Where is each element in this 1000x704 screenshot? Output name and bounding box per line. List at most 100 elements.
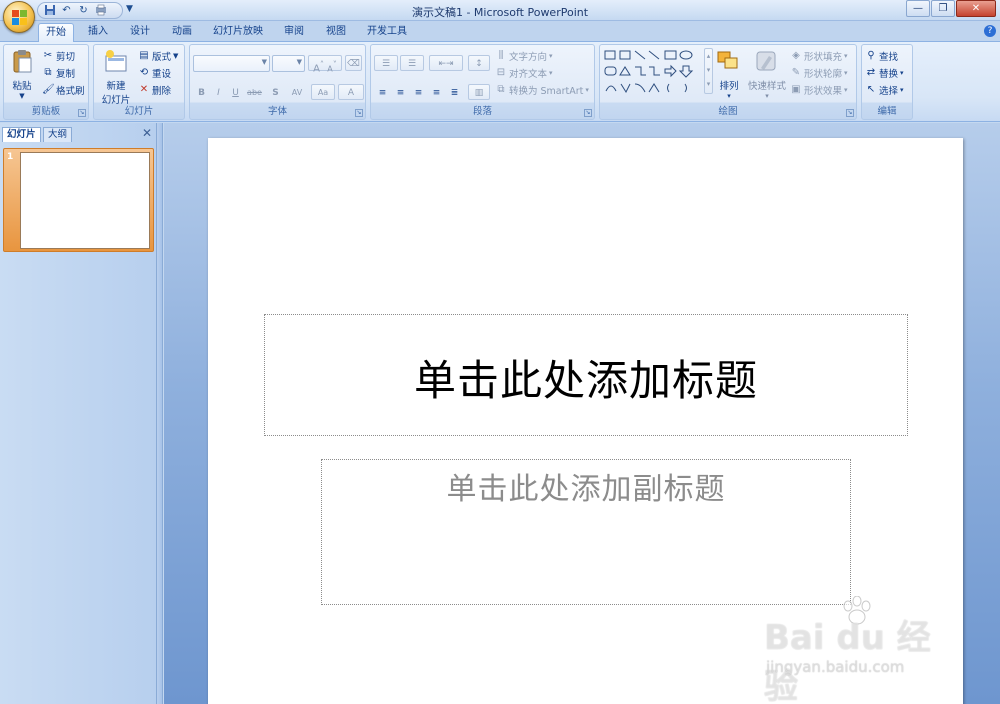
align-text-button[interactable]: ⊟ 对齐文本 ▾ [495, 65, 553, 80]
tab-outline-pane[interactable]: 大纲 [43, 127, 73, 142]
close-pane-icon[interactable]: ✕ [142, 126, 152, 140]
distributed-icon: ≣ [450, 88, 459, 98]
underline-button[interactable]: U [227, 84, 244, 100]
columns-icon: ▥ [474, 88, 484, 98]
arrange-label: 排列 [719, 81, 739, 92]
layout-dropdown-icon: ▼ [173, 51, 179, 60]
subtitle-placeholder-text: 单击此处添加副标题 [446, 472, 726, 507]
quick-styles-dropdown-icon: ▾ [765, 92, 769, 100]
align-center-button[interactable]: ≡ [392, 84, 409, 100]
font-launcher-icon[interactable]: ↘ [355, 109, 363, 117]
tab-developer[interactable]: 开发工具 [361, 23, 413, 42]
pen-icon: ✎ [791, 66, 801, 78]
tab-slides-pane[interactable]: 幻灯片 [2, 127, 41, 142]
change-case-button[interactable]: Aa [311, 84, 335, 100]
effects-icon: ▣ [791, 83, 801, 95]
title-placeholder[interactable]: 单击此处添加标题 [264, 314, 908, 436]
copy-button[interactable]: ⧉ 复制 [42, 65, 75, 80]
align-right-button[interactable]: ≡ [410, 84, 427, 100]
columns-button[interactable]: ▥ [468, 84, 490, 100]
minimize-button[interactable]: — [906, 0, 930, 17]
replace-button[interactable]: ⇄ 替换 ▾ [865, 65, 904, 80]
slide-thumbnail-selected[interactable]: 1 [3, 148, 154, 252]
reset-button[interactable]: ⟲ 重设 [138, 65, 171, 80]
subtitle-placeholder[interactable]: 单击此处添加副标题 [321, 459, 851, 605]
tab-design[interactable]: 设计 [122, 23, 158, 42]
bold-button[interactable]: B [193, 84, 210, 100]
new-slide-icon [102, 48, 130, 76]
tab-slideshow[interactable]: 幻灯片放映 [207, 23, 269, 42]
shape-effects-button[interactable]: ▣ 形状效果 ▾ [790, 82, 847, 97]
font-color-button[interactable]: A [338, 84, 364, 100]
shapes-scroll[interactable]: ▴ ▾ ▾ [704, 48, 713, 94]
watermark-brand: Bai du 经验 [764, 618, 931, 704]
find-label: 查找 [879, 51, 899, 63]
shape-fill-label: 形状填充 [804, 51, 843, 63]
new-slide-button[interactable]: 新建 幻灯片 [96, 48, 136, 106]
pane-splitter[interactable] [157, 123, 163, 704]
reset-label: 重设 [152, 68, 172, 80]
text-direction-button[interactable]: ⫼ 文字方向 ▾ [495, 48, 553, 63]
tab-review[interactable]: 审阅 [276, 23, 312, 42]
clipboard-launcher-icon[interactable]: ↘ [78, 109, 86, 117]
fill-bucket-icon: ◈ [792, 49, 800, 61]
brush-icon: 🖌 [42, 83, 55, 95]
window-title: 演示文稿1 - Microsoft PowerPoint [411, 6, 589, 19]
tab-insert[interactable]: 插入 [80, 23, 116, 42]
tab-home[interactable]: 开始 [38, 23, 74, 42]
restore-button[interactable]: ❐ [931, 0, 955, 17]
bullets-button[interactable]: ☰ [374, 55, 398, 71]
quick-styles-button[interactable]: 快速样式 ▾ [745, 48, 789, 100]
help-icon[interactable]: ? [984, 25, 996, 37]
close-button[interactable]: ✕ [956, 0, 996, 17]
paste-button[interactable]: 粘贴 ▼ [7, 48, 37, 100]
paragraph-launcher-icon[interactable]: ↘ [584, 109, 592, 117]
drawing-group-label: 绘图 [718, 106, 738, 117]
group-editing: ⚲ 查找 ⇄ 替换 ▾ ↖ 选择 ▾ 编辑 [861, 44, 913, 120]
shape-outline-button[interactable]: ✎ 形状轮廓 ▾ [790, 65, 848, 80]
font-size-combo[interactable]: ▼ [272, 55, 305, 72]
delete-slide-button[interactable]: ✕ 删除 [138, 82, 171, 97]
italic-button[interactable]: I [210, 84, 227, 100]
binoculars-icon: ⚲ [867, 49, 875, 61]
find-button[interactable]: ⚲ 查找 [865, 48, 898, 63]
shapes-gallery[interactable] [603, 48, 703, 98]
font-name-dropdown-icon: ▼ [261, 58, 267, 66]
office-button[interactable] [3, 1, 35, 33]
format-painter-button[interactable]: 🖌 格式刷 [42, 82, 85, 97]
delete-icon: ✕ [139, 83, 149, 95]
align-left-button[interactable]: ≡ [374, 84, 391, 100]
strikethrough-button[interactable]: abe [244, 84, 265, 100]
grow-font-button[interactable]: A [313, 63, 320, 74]
slide-thumbnail[interactable] [20, 152, 150, 249]
indent-group[interactable]: ⇤⇥ [429, 55, 463, 71]
tab-view[interactable]: 视图 [318, 23, 354, 42]
cut-button[interactable]: ✂ 剪切 [42, 48, 75, 63]
layout-button[interactable]: ▤ 版式 ▼ [138, 48, 178, 63]
clipboard-group-label: 剪贴板 [31, 106, 61, 117]
distributed-button[interactable]: ≣ [446, 84, 463, 100]
clear-formatting-button[interactable]: ⌫ [345, 55, 362, 71]
window-controls: — ❐ ✕ [906, 0, 996, 17]
select-button[interactable]: ↖ 选择 ▾ [865, 82, 904, 97]
numbering-button[interactable]: ☰ [400, 55, 424, 71]
title-placeholder-text: 单击此处添加标题 [413, 356, 758, 405]
arrange-button[interactable]: 排列 ▾ [715, 48, 743, 100]
quick-styles-icon [753, 48, 781, 76]
drawing-launcher-icon[interactable]: ↘ [846, 109, 854, 117]
title-bar: ↶ ↻ ▼ 演示文稿1 - Microsoft PowerPoint — ❐ ✕ [0, 0, 1000, 21]
line-spacing-button[interactable]: ↕ [468, 55, 490, 71]
convert-smartart-button[interactable]: ⧉ 转换为 SmartArt ▾ [495, 82, 588, 97]
watermark-url: jingyan.baidu.com [766, 658, 905, 676]
align-text-label: 对齐文本 [509, 68, 548, 80]
text-shadow-button[interactable]: S [267, 84, 284, 100]
numbering-icon: ☰ [407, 59, 417, 69]
paste-dropdown-icon[interactable]: ▼ [7, 92, 37, 100]
tab-animations[interactable]: 动画 [164, 23, 200, 42]
character-spacing-button[interactable]: AV [285, 84, 309, 100]
justify-button[interactable]: ≡ [428, 84, 445, 100]
font-name-combo[interactable]: ▼ [193, 55, 270, 72]
office-logo-icon [12, 10, 27, 25]
align-center-icon: ≡ [396, 88, 405, 98]
shape-fill-button[interactable]: ◈ 形状填充 ▾ [790, 48, 847, 63]
